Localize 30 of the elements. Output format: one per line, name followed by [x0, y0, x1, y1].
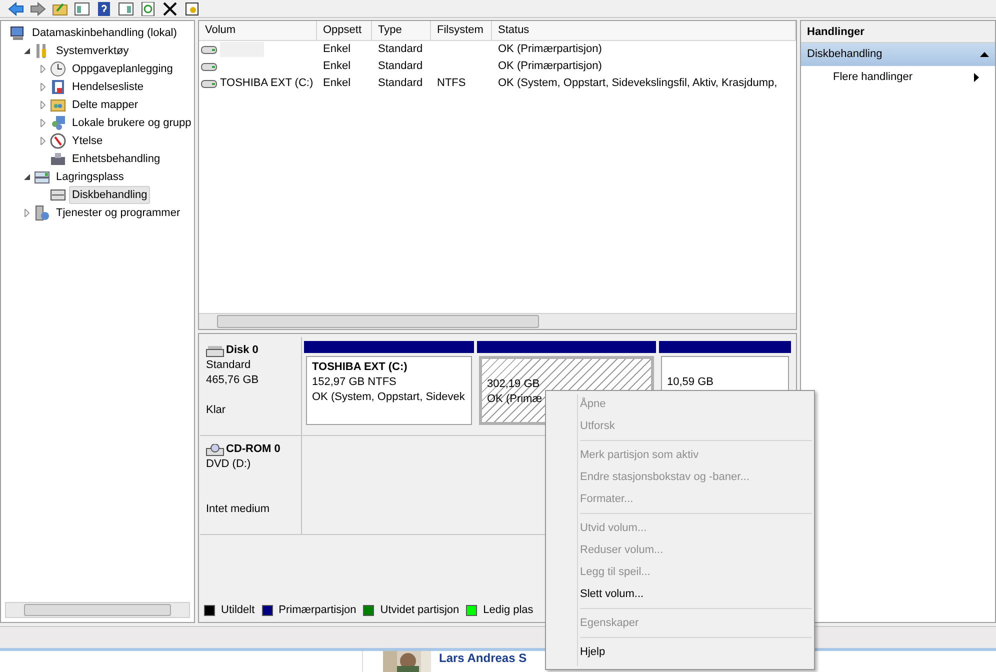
- table-cell-text: Standard: [378, 59, 423, 74]
- partition-size: 10,59 GB: [667, 375, 714, 390]
- partition-size: 152,97 GB NTFS: [312, 375, 398, 390]
- disk-info: DVD (D:): [206, 457, 252, 472]
- disk-info: Standard: [206, 358, 252, 373]
- partition-status: OK (System, Oppstart, Sidevek: [312, 390, 465, 405]
- table-cell-text: Enkel: [323, 76, 351, 92]
- legend-label: Utvidet partisjon: [380, 602, 460, 618]
- table-cell-text: OK (Primærpartisjon): [498, 42, 602, 58]
- disk-status: Intet medium: [206, 502, 271, 517]
- table-cell-text: OK (System, Oppstart, Sidevekslingsfil, Aktiv, Krasjdump,: [498, 76, 778, 92]
- legend-label: Primærpartisjon: [278, 602, 356, 618]
- disk-name: Disk 0: [226, 343, 258, 358]
- partition-name: TOSHIBA EXT (C:): [312, 360, 408, 375]
- table-cell-text: Enkel: [323, 42, 351, 58]
- disk-name: CD-ROM 0: [226, 442, 280, 457]
- table-cell-text: Enkel: [323, 59, 351, 74]
- partition-status: OK (Primæ: [487, 392, 542, 407]
- panel-title: Handlinger: [801, 21, 995, 43]
- table-cell-text: Standard: [378, 42, 423, 58]
- table-cell-text: OK (Primærpartisjon): [498, 59, 602, 74]
- table-cell-text: Standard: [378, 76, 423, 92]
- table-cell-text: TOSHIBA EXT (C:): [220, 76, 314, 92]
- legend-label: Ledig plas: [483, 602, 534, 618]
- partition-size: 302,19 GB: [487, 377, 541, 392]
- legend-label: Utildelt: [221, 602, 255, 618]
- page-heading: Lars Andreas S: [439, 651, 527, 667]
- disk-status: Klar: [206, 403, 227, 418]
- disk-info: 465,76 GB: [206, 373, 260, 388]
- table-cell-text: NTFS: [437, 76, 466, 92]
